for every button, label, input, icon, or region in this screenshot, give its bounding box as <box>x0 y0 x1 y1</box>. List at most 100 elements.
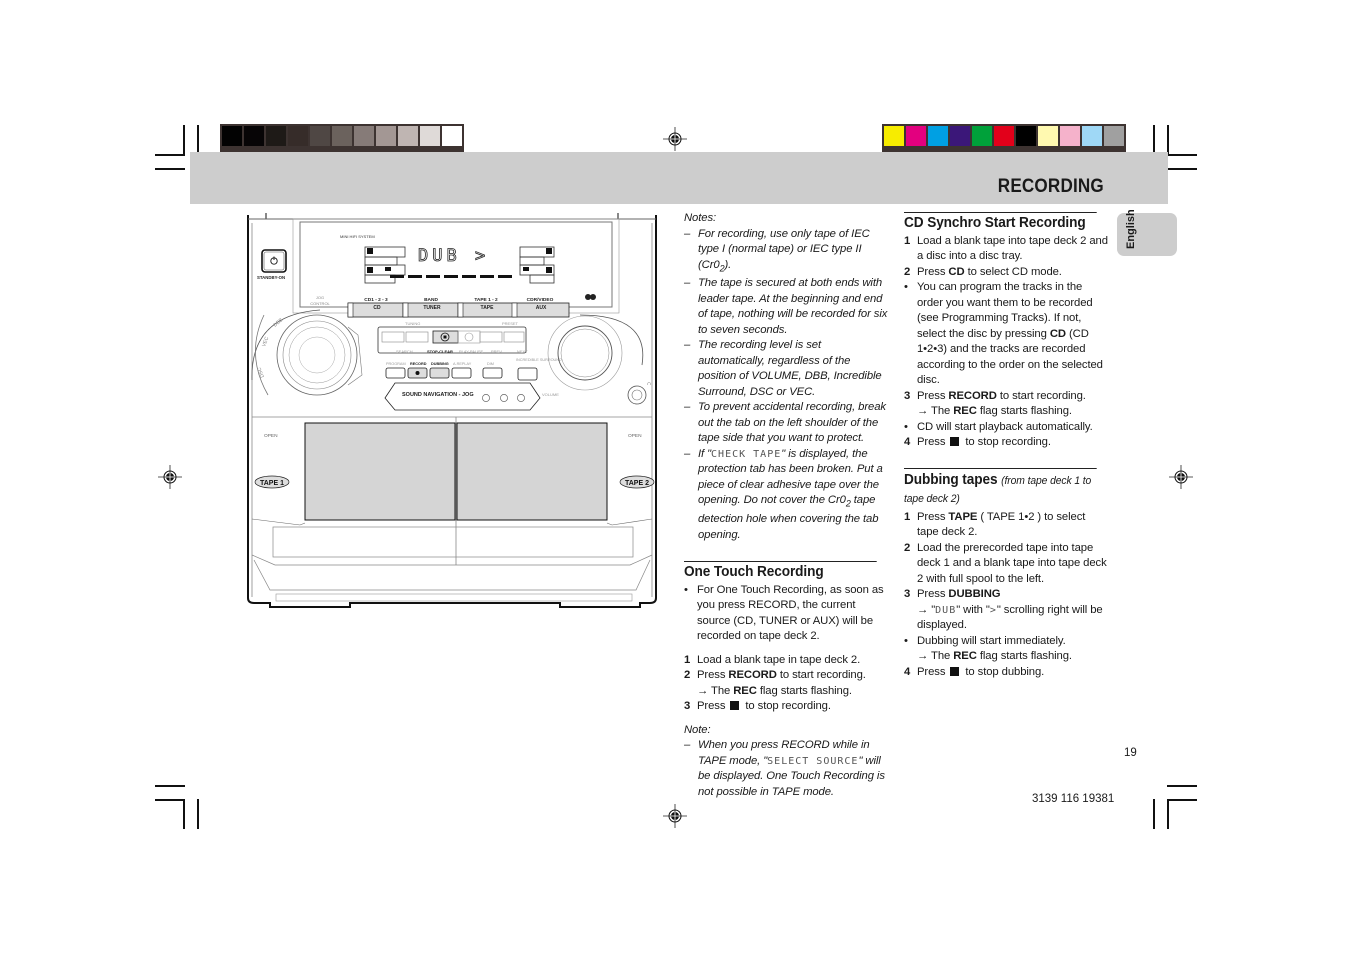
step-result: → The REC flag starts flashing. <box>917 405 1072 417</box>
step-item: 2 Load the prerecorded tape into tape dec… <box>904 541 1107 585</box>
lcd-display-text: DUB > <box>418 246 489 266</box>
color-swatch <box>906 126 926 146</box>
svg-text:DSC: DSC <box>256 366 265 378</box>
standby-label: STANDBY-ON <box>257 275 285 280</box>
step-result: → The REC flag starts flashing. <box>917 650 1072 662</box>
svg-text:TAPE: TAPE <box>481 305 495 311</box>
color-swatch <box>376 126 396 146</box>
language-label: English <box>1125 209 1137 249</box>
color-swatch <box>1082 126 1102 146</box>
registration-mark-left <box>158 465 182 489</box>
svg-text:DBB: DBB <box>272 317 284 329</box>
svg-text:JOG: JOG <box>316 295 324 300</box>
notes-heading: Notes: <box>684 212 717 224</box>
svg-text:CDR/VIDEO: CDR/VIDEO <box>527 297 554 303</box>
dubbing-heading: Dubbing tapes (from tape deck 1 to tape … <box>904 467 1097 508</box>
note-item: – The tape is secured at both ends with l… <box>684 277 888 336</box>
bullet-item: • Dubbing will start immediately. <box>904 634 1066 647</box>
dubbing-button <box>429 367 450 379</box>
svg-text:RECORD: RECORD <box>410 362 427 366</box>
one-touch-heading: One Touch Recording <box>684 561 877 581</box>
step-item: 3 Press to stop recording. <box>684 700 831 712</box>
cd-synchro-heading: CD Synchro Start Recording <box>904 212 1097 232</box>
svg-text:A.REPLAY: A.REPLAY <box>453 362 472 366</box>
step-result: → The REC flag starts flashing. <box>697 684 852 697</box>
language-tab: English <box>1117 209 1177 256</box>
bullet-item: • You can program the tracks in the order… <box>904 281 1103 386</box>
volume-label: VOLUME <box>542 392 559 397</box>
svg-text:STOP-CLEAR: STOP-CLEAR <box>427 349 453 354</box>
step-item: 1 Load a blank tape in tape deck 2. <box>684 653 861 666</box>
open-label-right: OPEN <box>628 433 642 439</box>
device-illustration: MINI HIFI SYSTEM DUB > STANDBY-ON JOG CO… <box>247 213 657 608</box>
stop-icon <box>730 701 740 710</box>
color-swatch <box>354 126 374 146</box>
step-item: 3 Press DUBBING <box>904 588 1001 600</box>
color-swatch <box>884 126 904 146</box>
volume-knob <box>547 315 623 391</box>
step-item: 1 Load a blank tape into tape deck 2 and … <box>904 234 1108 263</box>
svg-text:PROGRAM: PROGRAM <box>386 362 406 366</box>
svg-text:AUX: AUX <box>536 305 547 311</box>
svg-text:CD: CD <box>373 305 381 311</box>
svg-text:TAPE 1 - 2: TAPE 1 - 2 <box>474 297 498 303</box>
note-heading: Note: <box>684 723 711 736</box>
svg-text:VEC: VEC <box>261 336 270 348</box>
document-code: 3139 116 19381 <box>1032 793 1115 805</box>
sound-navigation-label: SOUND NAVIGATION - JOG <box>402 392 474 398</box>
registration-mark-top <box>663 127 687 151</box>
color-swatch <box>398 126 418 146</box>
color-swatch <box>222 126 242 146</box>
bullet-item: • CD will start playback automatically. <box>904 420 1093 433</box>
color-swatch <box>244 126 264 146</box>
color-swatch <box>1104 126 1124 146</box>
color-calibration-strip <box>882 124 1126 152</box>
color-swatch <box>310 126 330 146</box>
notes-column: Notes: – For recording, use only tape of … <box>684 211 889 800</box>
headphone-icon: ∩ <box>647 381 651 387</box>
svg-text:NEXT: NEXT <box>517 349 528 354</box>
step-item: 1 Press TAPE ( TAPE 1•2 ) to select tape … <box>904 510 1086 539</box>
page-number: 19 <box>1124 747 1137 759</box>
color-swatch <box>950 126 970 146</box>
stop-icon <box>950 666 960 676</box>
note-item: – If "CHECK TAPE" is displayed, the prote… <box>684 447 883 541</box>
color-swatch <box>972 126 992 146</box>
one-touch-bullet: • For One Touch Recording, as soon as you… <box>684 583 884 643</box>
instructions-column: CD Synchro Start Recording 1 Load a blank… <box>904 212 1109 680</box>
svg-text:PLAY-PAUSE: PLAY-PAUSE <box>459 349 483 354</box>
svg-text:TAPE 2: TAPE 2 <box>625 480 649 487</box>
color-swatch <box>928 126 948 146</box>
color-swatch <box>1016 126 1036 146</box>
note-item: – For recording, use only tape of IEC typ… <box>684 227 870 273</box>
stop-icon <box>950 437 960 446</box>
svg-text:PREV: PREV <box>491 349 502 354</box>
color-swatch <box>994 126 1014 146</box>
open-label-left: OPEN <box>264 433 278 439</box>
model-label: MINI HIFI SYSTEM <box>340 234 375 239</box>
registration-mark-bottom <box>663 804 687 828</box>
standby-button <box>261 249 287 273</box>
registration-mark-right <box>1169 465 1193 489</box>
step-item: 3 Press RECORD to start recording. <box>904 389 1086 402</box>
svg-text:SEARCH: SEARCH <box>396 349 413 354</box>
svg-text:DUBBING: DUBBING <box>431 362 449 366</box>
color-swatch <box>1060 126 1080 146</box>
tape-deck-2-window <box>456 422 608 521</box>
tape-deck-1-window <box>304 422 456 521</box>
record-dot-icon <box>415 371 420 375</box>
color-swatch <box>266 126 286 146</box>
grayscale-calibration-strip <box>220 124 464 152</box>
note-item: – To prevent accidental recording, break … <box>684 401 886 445</box>
color-swatch <box>332 126 352 146</box>
svg-text:TUNER: TUNER <box>423 305 441 311</box>
step-item: 2 Press RECORD to start recording. <box>684 669 866 681</box>
color-swatch <box>420 126 440 146</box>
color-swatch <box>442 126 462 146</box>
color-swatch <box>288 126 308 146</box>
step-item: 2 Press CD to select CD mode. <box>904 265 1062 278</box>
note-item: – The recording level is set automaticall… <box>684 339 882 398</box>
color-swatch <box>1038 126 1058 146</box>
svg-text:INCREDIBLE SURROUND: INCREDIBLE SURROUND <box>516 358 562 362</box>
svg-text:CD1 - 2 - 3: CD1 - 2 - 3 <box>364 297 388 303</box>
